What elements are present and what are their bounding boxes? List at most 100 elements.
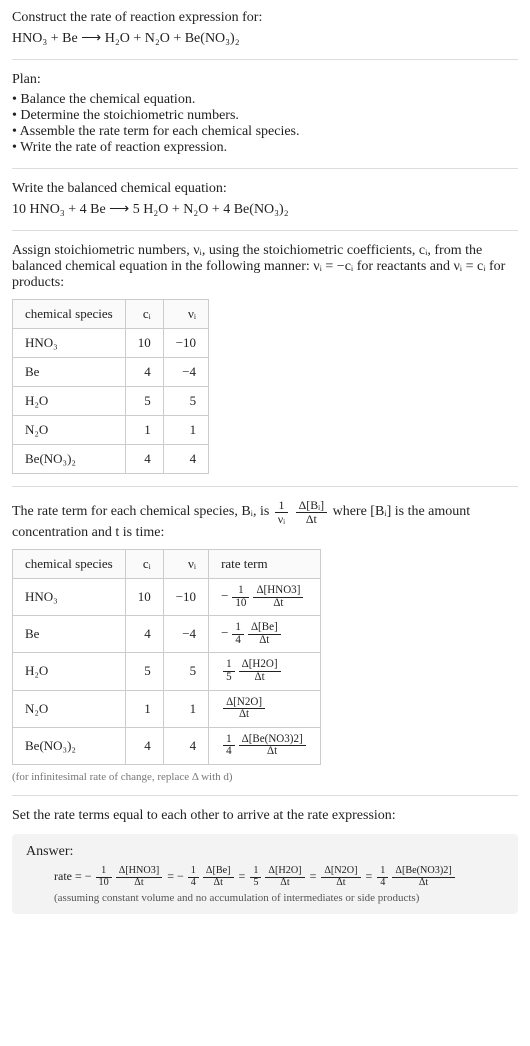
rateterm-pre: The rate term for each chemical species,…: [12, 504, 273, 519]
fraction: Δ[HNO3]Δt: [253, 585, 303, 609]
cell-vi: −10: [163, 329, 208, 358]
prompt-section: Construct the rate of reaction expressio…: [12, 10, 518, 47]
cell-ci: 1: [125, 416, 163, 445]
cell-vi: 4: [163, 727, 208, 764]
th-species: chemical species: [13, 550, 126, 579]
plan-item: • Determine the stoichiometric numbers.: [12, 108, 518, 124]
th-ci: cᵢ: [125, 300, 163, 329]
cell-vi: −10: [163, 579, 208, 616]
cell-species: N₂O: [13, 690, 126, 727]
th-species: chemical species: [13, 300, 126, 329]
cell-species: Be: [13, 358, 126, 387]
divider: [12, 59, 518, 60]
table-row: H₂O55: [13, 387, 209, 416]
cell-vi: −4: [163, 616, 208, 653]
table-row: Be(NO₃)₂44: [13, 445, 209, 474]
fraction: Δ[Be(NO3)2]Δt: [239, 734, 306, 758]
cell-ci: 4: [125, 445, 163, 474]
cell-vi: 1: [163, 416, 208, 445]
answer-box: Answer: rate = −110Δ[HNO3]Δt = −14Δ[Be]Δ…: [12, 834, 518, 914]
fraction: Δ[Be]Δt: [248, 622, 281, 646]
divider: [12, 486, 518, 487]
cell-species: N₂O: [13, 416, 126, 445]
balanced-equation: 10 HNO₃ + 4 Be ⟶ 5 H₂O + N₂O + 4 Be(NO₃)…: [12, 201, 518, 218]
cell-vi: 5: [163, 653, 208, 690]
cell-ci: 10: [125, 329, 163, 358]
dB-over-dt: Δ[Bᵢ] Δt: [296, 499, 327, 525]
rateterm-text: The rate term for each chemical species,…: [12, 499, 518, 541]
cell-ci: 5: [125, 653, 163, 690]
answer-equation: rate = −110Δ[HNO3]Δt = −14Δ[Be]Δt = 15Δ[…: [26, 866, 504, 888]
fraction: 14: [377, 866, 388, 888]
cell-vi: 5: [163, 387, 208, 416]
table-row: N₂O11Δ[N2O]Δt: [13, 690, 321, 727]
table-row: HNO₃10−10−110Δ[HNO3]Δt: [13, 579, 321, 616]
fraction: Δ[N2O]Δt: [223, 697, 265, 721]
fraction: Δ[H2O]Δt: [265, 866, 304, 888]
fraction: 15: [250, 866, 261, 888]
table-row: Be4−4−14Δ[Be]Δt: [13, 616, 321, 653]
divider: [12, 230, 518, 231]
table-row: Be(NO₃)₂4414Δ[Be(NO3)2]Δt: [13, 727, 321, 764]
final-heading: Set the rate terms equal to each other t…: [12, 808, 518, 824]
plan-item: • Balance the chemical equation.: [12, 92, 518, 108]
stoich-table: chemical species cᵢ νᵢ HNO₃10−10Be4−4H₂O…: [12, 299, 209, 474]
cell-ci: 4: [125, 616, 163, 653]
table-row: HNO₃10−10: [13, 329, 209, 358]
plan-heading: Plan:: [12, 72, 518, 88]
balanced-section: Write the balanced chemical equation: 10…: [12, 181, 518, 218]
plan-section: Plan: • Balance the chemical equation. •…: [12, 72, 518, 156]
th-rate-term: rate term: [209, 550, 321, 579]
rate-term-table: chemical species cᵢ νᵢ rate term HNO₃10−…: [12, 549, 321, 765]
plan-item: • Write the rate of reaction expression.: [12, 140, 518, 156]
cell-vi: 1: [163, 690, 208, 727]
fraction: Δ[Be]Δt: [203, 866, 234, 888]
cell-species: Be: [13, 616, 126, 653]
cell-rate-term: 14Δ[Be(NO3)2]Δt: [209, 727, 321, 764]
fraction: 110: [96, 866, 112, 888]
cell-species: Be(NO₃)₂: [13, 727, 126, 764]
cell-rate-term: −14Δ[Be]Δt: [209, 616, 321, 653]
th-vi: νᵢ: [163, 550, 208, 579]
plan-item: • Assemble the rate term for each chemic…: [12, 124, 518, 140]
answer-label: Answer:: [26, 844, 504, 860]
fraction: 14: [188, 866, 199, 888]
cell-rate-term: Δ[N2O]Δt: [209, 690, 321, 727]
cell-species: HNO₃: [13, 329, 126, 358]
table-row: H₂O5515Δ[H2O]Δt: [13, 653, 321, 690]
assign-text: Assign stoichiometric numbers, νᵢ, using…: [12, 243, 518, 291]
th-ci: cᵢ: [125, 550, 163, 579]
rateterm-section: The rate term for each chemical species,…: [12, 499, 518, 783]
cell-ci: 1: [125, 690, 163, 727]
cell-species: Be(NO₃)₂: [13, 445, 126, 474]
th-vi: νᵢ: [163, 300, 208, 329]
cell-species: HNO₃: [13, 579, 126, 616]
assign-section: Assign stoichiometric numbers, νᵢ, using…: [12, 243, 518, 474]
prompt-lead: Construct the rate of reaction expressio…: [12, 10, 518, 26]
cell-vi: −4: [163, 358, 208, 387]
balanced-heading: Write the balanced chemical equation:: [12, 181, 518, 197]
rateterm-footnote: (for infinitesimal rate of change, repla…: [12, 771, 518, 783]
table-row: N₂O11: [13, 416, 209, 445]
cell-species: H₂O: [13, 653, 126, 690]
prompt-equation: HNO₃ + Be ⟶ H₂O + N₂O + Be(NO₃)₂: [12, 30, 518, 47]
fraction: 15: [223, 659, 235, 683]
fraction: Δ[H2O]Δt: [239, 659, 281, 683]
table-row: Be4−4: [13, 358, 209, 387]
cell-rate-term: −110Δ[HNO3]Δt: [209, 579, 321, 616]
fraction: Δ[HNO3]Δt: [116, 866, 163, 888]
cell-ci: 5: [125, 387, 163, 416]
cell-species: H₂O: [13, 387, 126, 416]
divider: [12, 795, 518, 796]
cell-ci: 4: [125, 727, 163, 764]
cell-rate-term: 15Δ[H2O]Δt: [209, 653, 321, 690]
one-over-nu: 1 νᵢ: [275, 499, 288, 525]
fraction: Δ[Be(NO3)2]Δt: [392, 866, 454, 888]
cell-ci: 4: [125, 358, 163, 387]
fraction: 110: [232, 585, 249, 609]
fraction: 14: [232, 622, 244, 646]
fraction: 14: [223, 734, 235, 758]
answer-note: (assuming constant volume and no accumul…: [26, 892, 504, 904]
cell-ci: 10: [125, 579, 163, 616]
cell-vi: 4: [163, 445, 208, 474]
